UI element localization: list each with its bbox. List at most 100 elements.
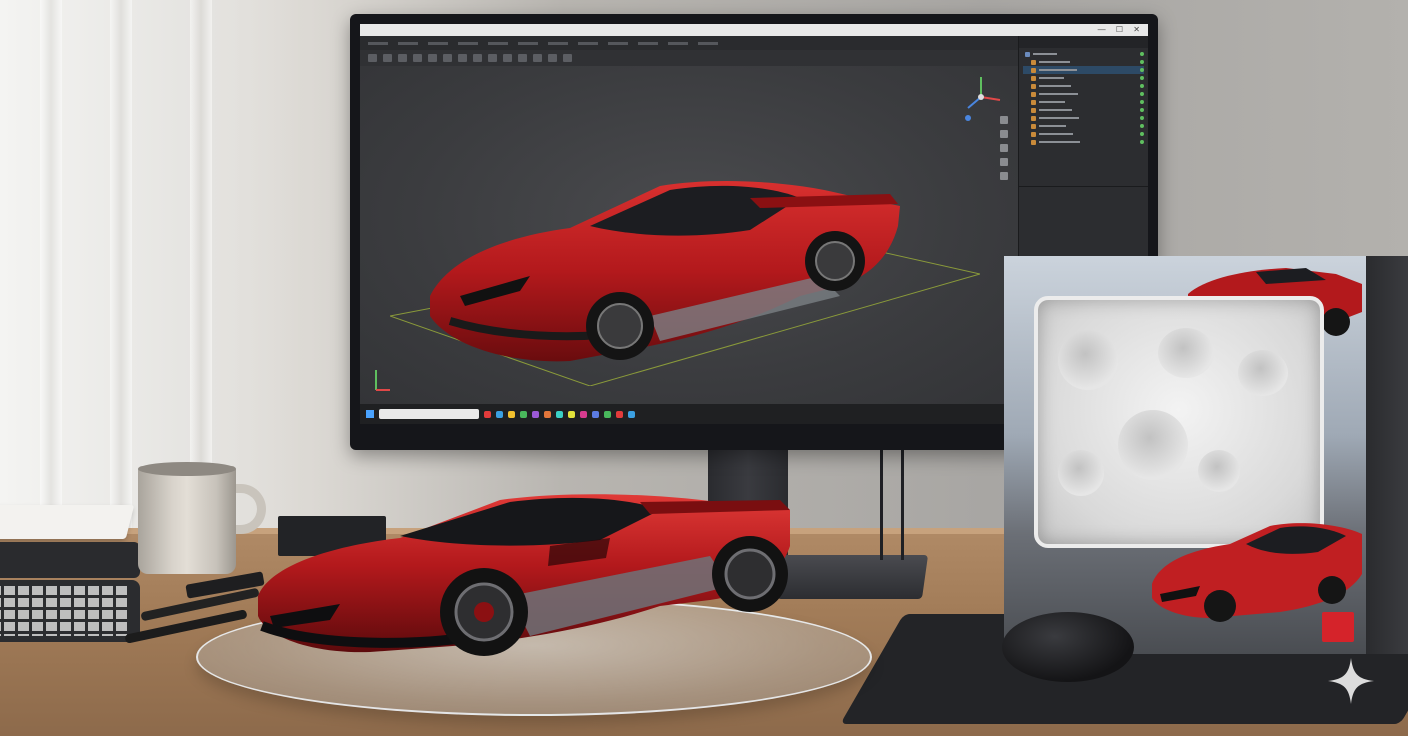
outliner-row[interactable] — [1023, 66, 1144, 74]
taskbar-app-icon[interactable] — [568, 410, 575, 418]
visibility-icon[interactable] — [1140, 68, 1144, 72]
menu-item[interactable] — [578, 41, 598, 45]
taskbar-app-icon[interactable] — [544, 410, 551, 418]
start-button[interactable] — [366, 410, 374, 418]
outliner-row[interactable] — [1023, 122, 1144, 130]
visibility-icon[interactable] — [1140, 140, 1144, 144]
toolbar-icon[interactable] — [458, 54, 467, 62]
taskbar-app-icon[interactable] — [532, 410, 539, 418]
taskbar-app-icon[interactable] — [508, 410, 515, 418]
taskbar-app-icon[interactable] — [628, 410, 635, 418]
monitor-cables — [880, 450, 904, 560]
menu-item[interactable] — [638, 41, 658, 45]
visibility-icon[interactable] — [1140, 60, 1144, 64]
toolbar-icon[interactable] — [488, 54, 497, 62]
tool-icon[interactable] — [1000, 144, 1008, 152]
viewport-side-tools — [1000, 116, 1014, 180]
visibility-icon[interactable] — [1140, 84, 1144, 88]
taskbar-app-icon[interactable] — [484, 410, 491, 418]
outliner-row[interactable] — [1023, 90, 1144, 98]
visibility-icon[interactable] — [1140, 92, 1144, 96]
taskbar-app-icon[interactable] — [496, 410, 503, 418]
outliner-row[interactable] — [1023, 130, 1144, 138]
car-3d-model[interactable] — [420, 146, 920, 376]
toolbar-icon[interactable] — [413, 54, 422, 62]
tool-icon[interactable] — [1000, 158, 1008, 166]
property-row[interactable] — [1023, 224, 1145, 231]
taskbar-app-icon[interactable] — [604, 410, 611, 418]
computer-mouse — [1002, 612, 1134, 682]
toolbar-icon[interactable] — [473, 54, 482, 62]
menu-item[interactable] — [458, 41, 478, 45]
toolbar-icon[interactable] — [518, 54, 527, 62]
foam-slot — [1238, 350, 1288, 396]
axis-indicator-icon — [375, 370, 390, 391]
menu-item[interactable] — [518, 41, 538, 45]
property-row[interactable] — [1023, 196, 1145, 203]
curtain-fold — [190, 0, 212, 540]
outliner-label — [1039, 125, 1066, 127]
taskbar-app-icon[interactable] — [520, 410, 527, 418]
outliner-row[interactable] — [1023, 114, 1144, 122]
property-row[interactable] — [1023, 189, 1145, 196]
menu-item[interactable] — [698, 41, 718, 45]
visibility-icon[interactable] — [1140, 124, 1144, 128]
tool-icon[interactable] — [1000, 130, 1008, 138]
car-scale-model — [258, 494, 790, 656]
toolbar-icon[interactable] — [443, 54, 452, 62]
gizmo-axis-icon[interactable] — [956, 72, 1006, 122]
box-copy — [1014, 588, 1154, 600]
property-row[interactable] — [1023, 238, 1145, 245]
menu-item[interactable] — [368, 41, 388, 45]
outliner-row[interactable] — [1023, 82, 1144, 90]
outliner-row[interactable] — [1023, 138, 1144, 146]
taskbar-app-icon[interactable] — [580, 410, 587, 418]
visibility-icon[interactable] — [1140, 108, 1144, 112]
outliner-row[interactable] — [1023, 98, 1144, 106]
outliner-row[interactable] — [1023, 106, 1144, 114]
outliner-row[interactable] — [1023, 58, 1144, 66]
object-icon — [1031, 99, 1036, 105]
toolbar-icon[interactable] — [368, 54, 377, 62]
toolbar-icon[interactable] — [428, 54, 437, 62]
property-row[interactable] — [1023, 210, 1145, 217]
outliner-list — [1019, 48, 1148, 148]
outliner-label — [1039, 133, 1073, 135]
window-controls[interactable]: — ☐ ✕ — [1098, 25, 1144, 34]
app-titlebar: — ☐ ✕ — [360, 24, 1148, 36]
menu-item[interactable] — [608, 41, 628, 45]
outliner-label — [1033, 53, 1057, 55]
outliner-label — [1039, 69, 1077, 71]
visibility-icon[interactable] — [1140, 100, 1144, 104]
toolbar-icon[interactable] — [398, 54, 407, 62]
visibility-icon[interactable] — [1140, 132, 1144, 136]
menu-item[interactable] — [488, 41, 508, 45]
property-row[interactable] — [1023, 217, 1145, 224]
toolbar-icon[interactable] — [548, 54, 557, 62]
property-row[interactable] — [1023, 203, 1145, 210]
3d-viewport[interactable] — [360, 66, 1018, 404]
menu-item[interactable] — [428, 41, 448, 45]
menu-item[interactable] — [548, 41, 568, 45]
visibility-icon[interactable] — [1140, 52, 1144, 56]
outliner-label — [1039, 101, 1065, 103]
visibility-icon[interactable] — [1140, 116, 1144, 120]
toolbar-icon[interactable] — [563, 54, 572, 62]
taskbar-app-icon[interactable] — [592, 410, 599, 418]
box-foam-insert — [1034, 296, 1324, 548]
tool-icon[interactable] — [1000, 172, 1008, 180]
toolbar-icon[interactable] — [533, 54, 542, 62]
menu-item[interactable] — [668, 41, 688, 45]
menu-item[interactable] — [398, 41, 418, 45]
outliner-row[interactable] — [1023, 50, 1144, 58]
taskbar-app-icon[interactable] — [556, 410, 563, 418]
foam-slot — [1058, 450, 1104, 496]
toolbar-icon[interactable] — [383, 54, 392, 62]
taskbar-search[interactable] — [379, 409, 479, 419]
taskbar-app-icon[interactable] — [616, 410, 623, 418]
property-row[interactable] — [1023, 231, 1145, 238]
outliner-row[interactable] — [1023, 74, 1144, 82]
visibility-icon[interactable] — [1140, 76, 1144, 80]
tool-icon[interactable] — [1000, 116, 1008, 124]
toolbar-icon[interactable] — [503, 54, 512, 62]
